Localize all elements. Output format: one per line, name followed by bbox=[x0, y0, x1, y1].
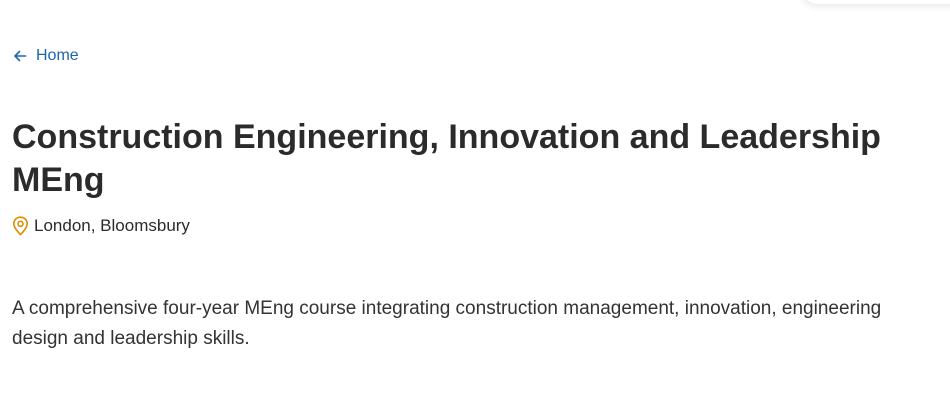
back-home-link[interactable]: Home bbox=[12, 46, 79, 66]
location-text: London, Bloomsbury bbox=[34, 216, 190, 235]
map-pin-icon bbox=[12, 216, 29, 236]
course-page: Home Construction Engineering, Innovatio… bbox=[0, 0, 950, 402]
course-summary: A comprehensive four-year MEng course in… bbox=[12, 298, 882, 349]
page-title: Construction Engineering, Innovation and… bbox=[12, 118, 881, 199]
arrow-left-icon bbox=[12, 49, 27, 64]
header-shadow-edge bbox=[800, 0, 950, 4]
back-home-label: Home bbox=[36, 47, 79, 64]
course-location: London, Bloomsbury bbox=[12, 215, 190, 237]
